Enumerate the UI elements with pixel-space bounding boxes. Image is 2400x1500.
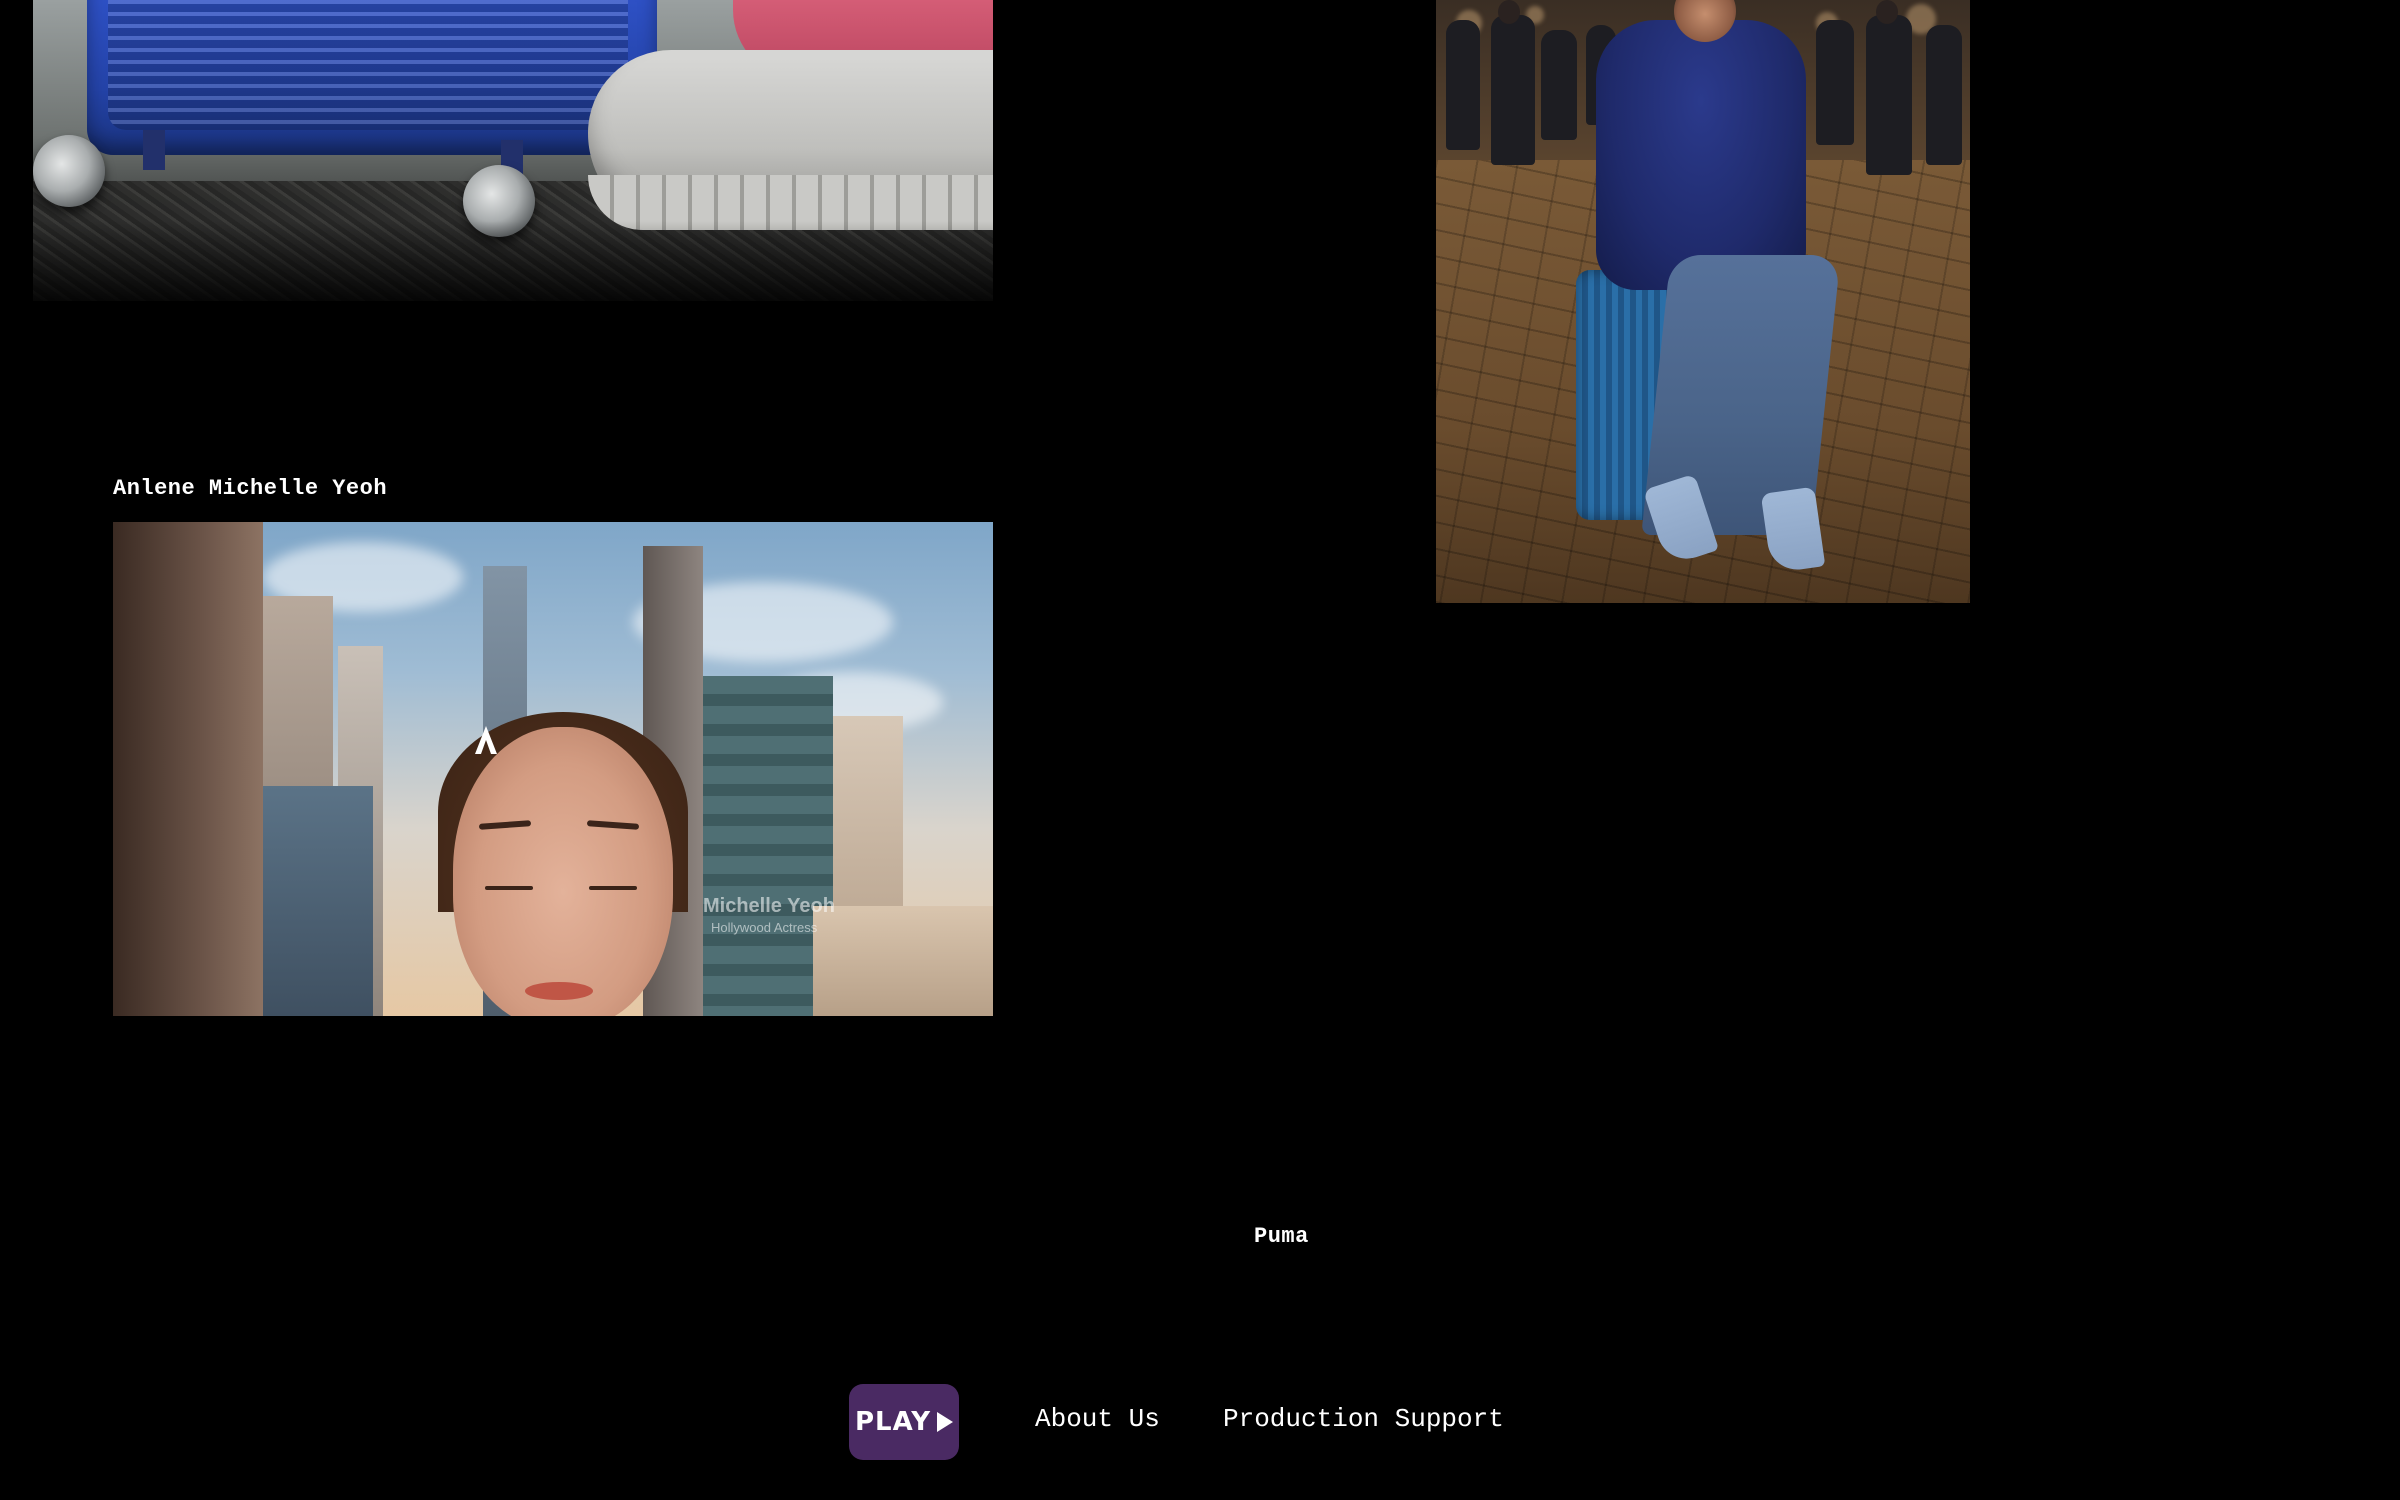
- project-title-anlene[interactable]: Anlene Michelle Yeoh: [113, 476, 387, 501]
- crowd-head: [1498, 0, 1520, 24]
- closed-eye: [485, 886, 533, 890]
- crowd-person: [1866, 15, 1912, 175]
- building: [113, 522, 263, 1016]
- crowd-person: [1541, 30, 1577, 140]
- watermark-name: Michelle Yeoh: [703, 895, 835, 917]
- crowd-person: [1926, 25, 1962, 165]
- blue-fur-coat: [1596, 20, 1806, 290]
- video-watermark: Michelle Yeoh Hollywood Actress: [703, 895, 835, 935]
- closed-eye: [589, 886, 637, 890]
- project-thumbnail-street[interactable]: [1436, 0, 1970, 603]
- ground-shadow: [33, 221, 993, 301]
- page: Anlene Michelle Yeoh Michelle Yeoh Holly…: [0, 0, 2400, 1500]
- play-logo[interactable]: PLAY: [849, 1384, 959, 1460]
- crowd-head: [1876, 0, 1898, 24]
- suitcase-wheel: [33, 135, 105, 207]
- play-triangle-icon: [937, 1412, 954, 1432]
- crowd-person: [1491, 15, 1535, 165]
- lips: [525, 982, 593, 1000]
- anlene-logo-icon: [475, 726, 497, 754]
- footer-nav: PLAY About Us Production Support: [0, 1384, 2400, 1460]
- suitcase-ridges: [108, 0, 628, 130]
- crowd-person: [1446, 20, 1480, 150]
- nav-about-us[interactable]: About Us: [1035, 1404, 1160, 1434]
- face: [453, 727, 673, 1016]
- project-thumbnail-suitcase[interactable]: [33, 0, 993, 301]
- wheel-axle: [143, 130, 165, 170]
- nav-production-support[interactable]: Production Support: [1223, 1404, 1504, 1434]
- building: [813, 906, 993, 1016]
- watermark-subtitle: Hollywood Actress: [711, 920, 818, 935]
- project-title-puma[interactable]: Puma: [1254, 1224, 1309, 1249]
- project-thumbnail-anlene[interactable]: Michelle Yeoh Hollywood Actress: [113, 522, 993, 1016]
- logo-text: PLAY: [854, 1407, 932, 1437]
- crowd-person: [1816, 20, 1854, 145]
- building: [263, 786, 373, 1016]
